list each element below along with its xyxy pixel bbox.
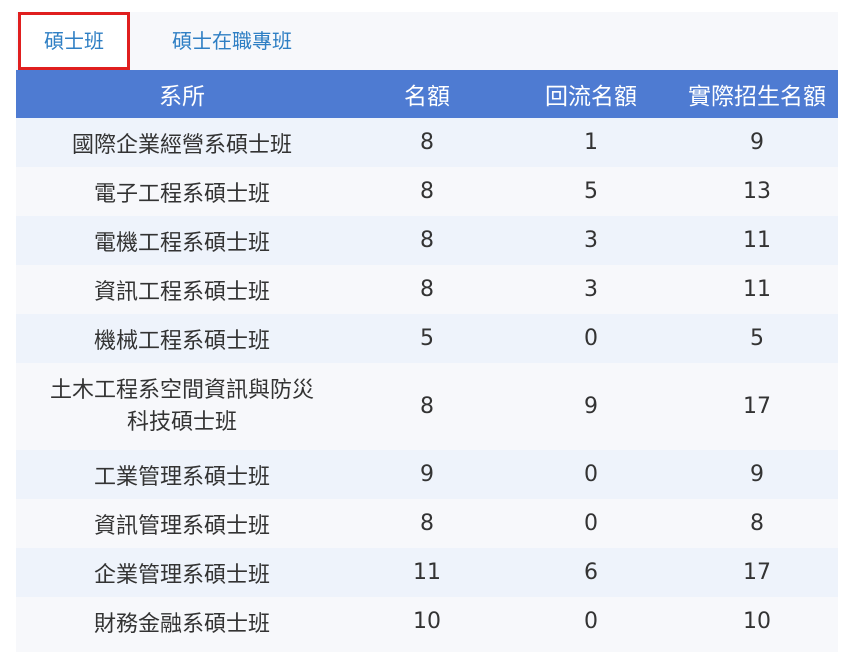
cell-department: 資訊管理系碩士班 bbox=[16, 499, 348, 548]
cell-return-quota: 6 bbox=[506, 548, 676, 597]
cell-department: 財務金融系碩士班 bbox=[16, 597, 348, 646]
cell-department: 企業管理系碩士班 bbox=[16, 548, 348, 597]
cell-quota: 9 bbox=[348, 450, 506, 499]
cell-return-quota: 0 bbox=[506, 314, 676, 363]
cell-quota: 8 bbox=[348, 118, 506, 167]
header-return-quota: 回流名額 bbox=[506, 70, 676, 118]
cell-department: 資訊工程系碩士班 bbox=[16, 265, 348, 314]
table-row: 電機工程系碩士班 8 3 11 bbox=[16, 216, 838, 265]
tab-in-service-masters[interactable]: 碩士在職專班 bbox=[160, 12, 304, 70]
cell-actual-quota: 10 bbox=[676, 597, 838, 646]
cell-department-line: 科技碩士班 bbox=[126, 409, 237, 435]
tab-masters[interactable]: 碩士班 bbox=[18, 12, 130, 70]
cell-quota: 8 bbox=[348, 499, 506, 548]
cell-department: 機械工程系碩士班 bbox=[16, 314, 348, 363]
table-row: 工業管理系碩士班 9 0 9 bbox=[16, 450, 838, 499]
cell-department: 工業管理系碩士班 bbox=[16, 450, 348, 499]
table-row: 土木工程系空間資訊與防災 科技碩士班 8 9 17 bbox=[16, 363, 838, 450]
table-row: 資訊工程系碩士班 8 3 11 bbox=[16, 265, 838, 314]
cell-actual-quota: 11 bbox=[676, 265, 838, 314]
cell-quota: 8 bbox=[348, 167, 506, 216]
cell-department-line: 土木工程系空間資訊與防災 bbox=[49, 377, 314, 403]
cell-actual-quota: 9 bbox=[676, 450, 838, 499]
table-row: 國際企業經營系碩士班 8 1 9 bbox=[16, 118, 838, 167]
cell-department: 國際企業經營系碩士班 bbox=[16, 118, 348, 167]
cell-return-quota: 0 bbox=[506, 597, 676, 646]
cell-actual-quota: 11 bbox=[676, 216, 838, 265]
cell-return-quota: 0 bbox=[506, 450, 676, 499]
quota-panel: 碩士班 碩士在職專班 系所 名額 回流名額 實際招生名額 國際企業經營系碩士班 … bbox=[16, 12, 838, 652]
table-row: 財務金融系碩士班 10 0 10 bbox=[16, 597, 838, 646]
cell-actual-quota: 13 bbox=[676, 167, 838, 216]
table-row: 機械工程系碩士班 5 0 5 bbox=[16, 314, 838, 363]
table-body: 國際企業經營系碩士班 8 1 9 電子工程系碩士班 8 5 13 電機工程系碩士… bbox=[16, 118, 838, 646]
cell-quota: 8 bbox=[348, 216, 506, 265]
table-row: 資訊管理系碩士班 8 0 8 bbox=[16, 499, 838, 548]
header-quota: 名額 bbox=[348, 70, 506, 118]
cell-return-quota: 9 bbox=[506, 363, 676, 450]
cell-return-quota: 0 bbox=[506, 499, 676, 548]
cell-return-quota: 3 bbox=[506, 216, 676, 265]
cell-return-quota: 3 bbox=[506, 265, 676, 314]
cell-quota: 5 bbox=[348, 314, 506, 363]
cell-return-quota: 5 bbox=[506, 167, 676, 216]
cell-department: 電子工程系碩士班 bbox=[16, 167, 348, 216]
cell-actual-quota: 17 bbox=[676, 363, 838, 450]
cell-actual-quota: 17 bbox=[676, 548, 838, 597]
header-actual-quota: 實際招生名額 bbox=[676, 70, 838, 118]
cell-quota: 10 bbox=[348, 597, 506, 646]
cell-quota: 8 bbox=[348, 363, 506, 450]
cell-return-quota: 1 bbox=[506, 118, 676, 167]
table-row: 企業管理系碩士班 11 6 17 bbox=[16, 548, 838, 597]
cell-department: 土木工程系空間資訊與防災 科技碩士班 bbox=[16, 363, 348, 450]
quota-table: 系所 名額 回流名額 實際招生名額 國際企業經營系碩士班 8 1 9 電子工程系… bbox=[16, 70, 838, 646]
cell-quota: 8 bbox=[348, 265, 506, 314]
cell-actual-quota: 9 bbox=[676, 118, 838, 167]
table-header: 系所 名額 回流名額 實際招生名額 bbox=[16, 70, 838, 118]
cell-actual-quota: 5 bbox=[676, 314, 838, 363]
cell-actual-quota: 8 bbox=[676, 499, 838, 548]
cell-department: 電機工程系碩士班 bbox=[16, 216, 348, 265]
cell-quota: 11 bbox=[348, 548, 506, 597]
tab-bar: 碩士班 碩士在職專班 bbox=[16, 12, 838, 70]
table-row: 電子工程系碩士班 8 5 13 bbox=[16, 167, 838, 216]
header-department: 系所 bbox=[16, 70, 348, 118]
